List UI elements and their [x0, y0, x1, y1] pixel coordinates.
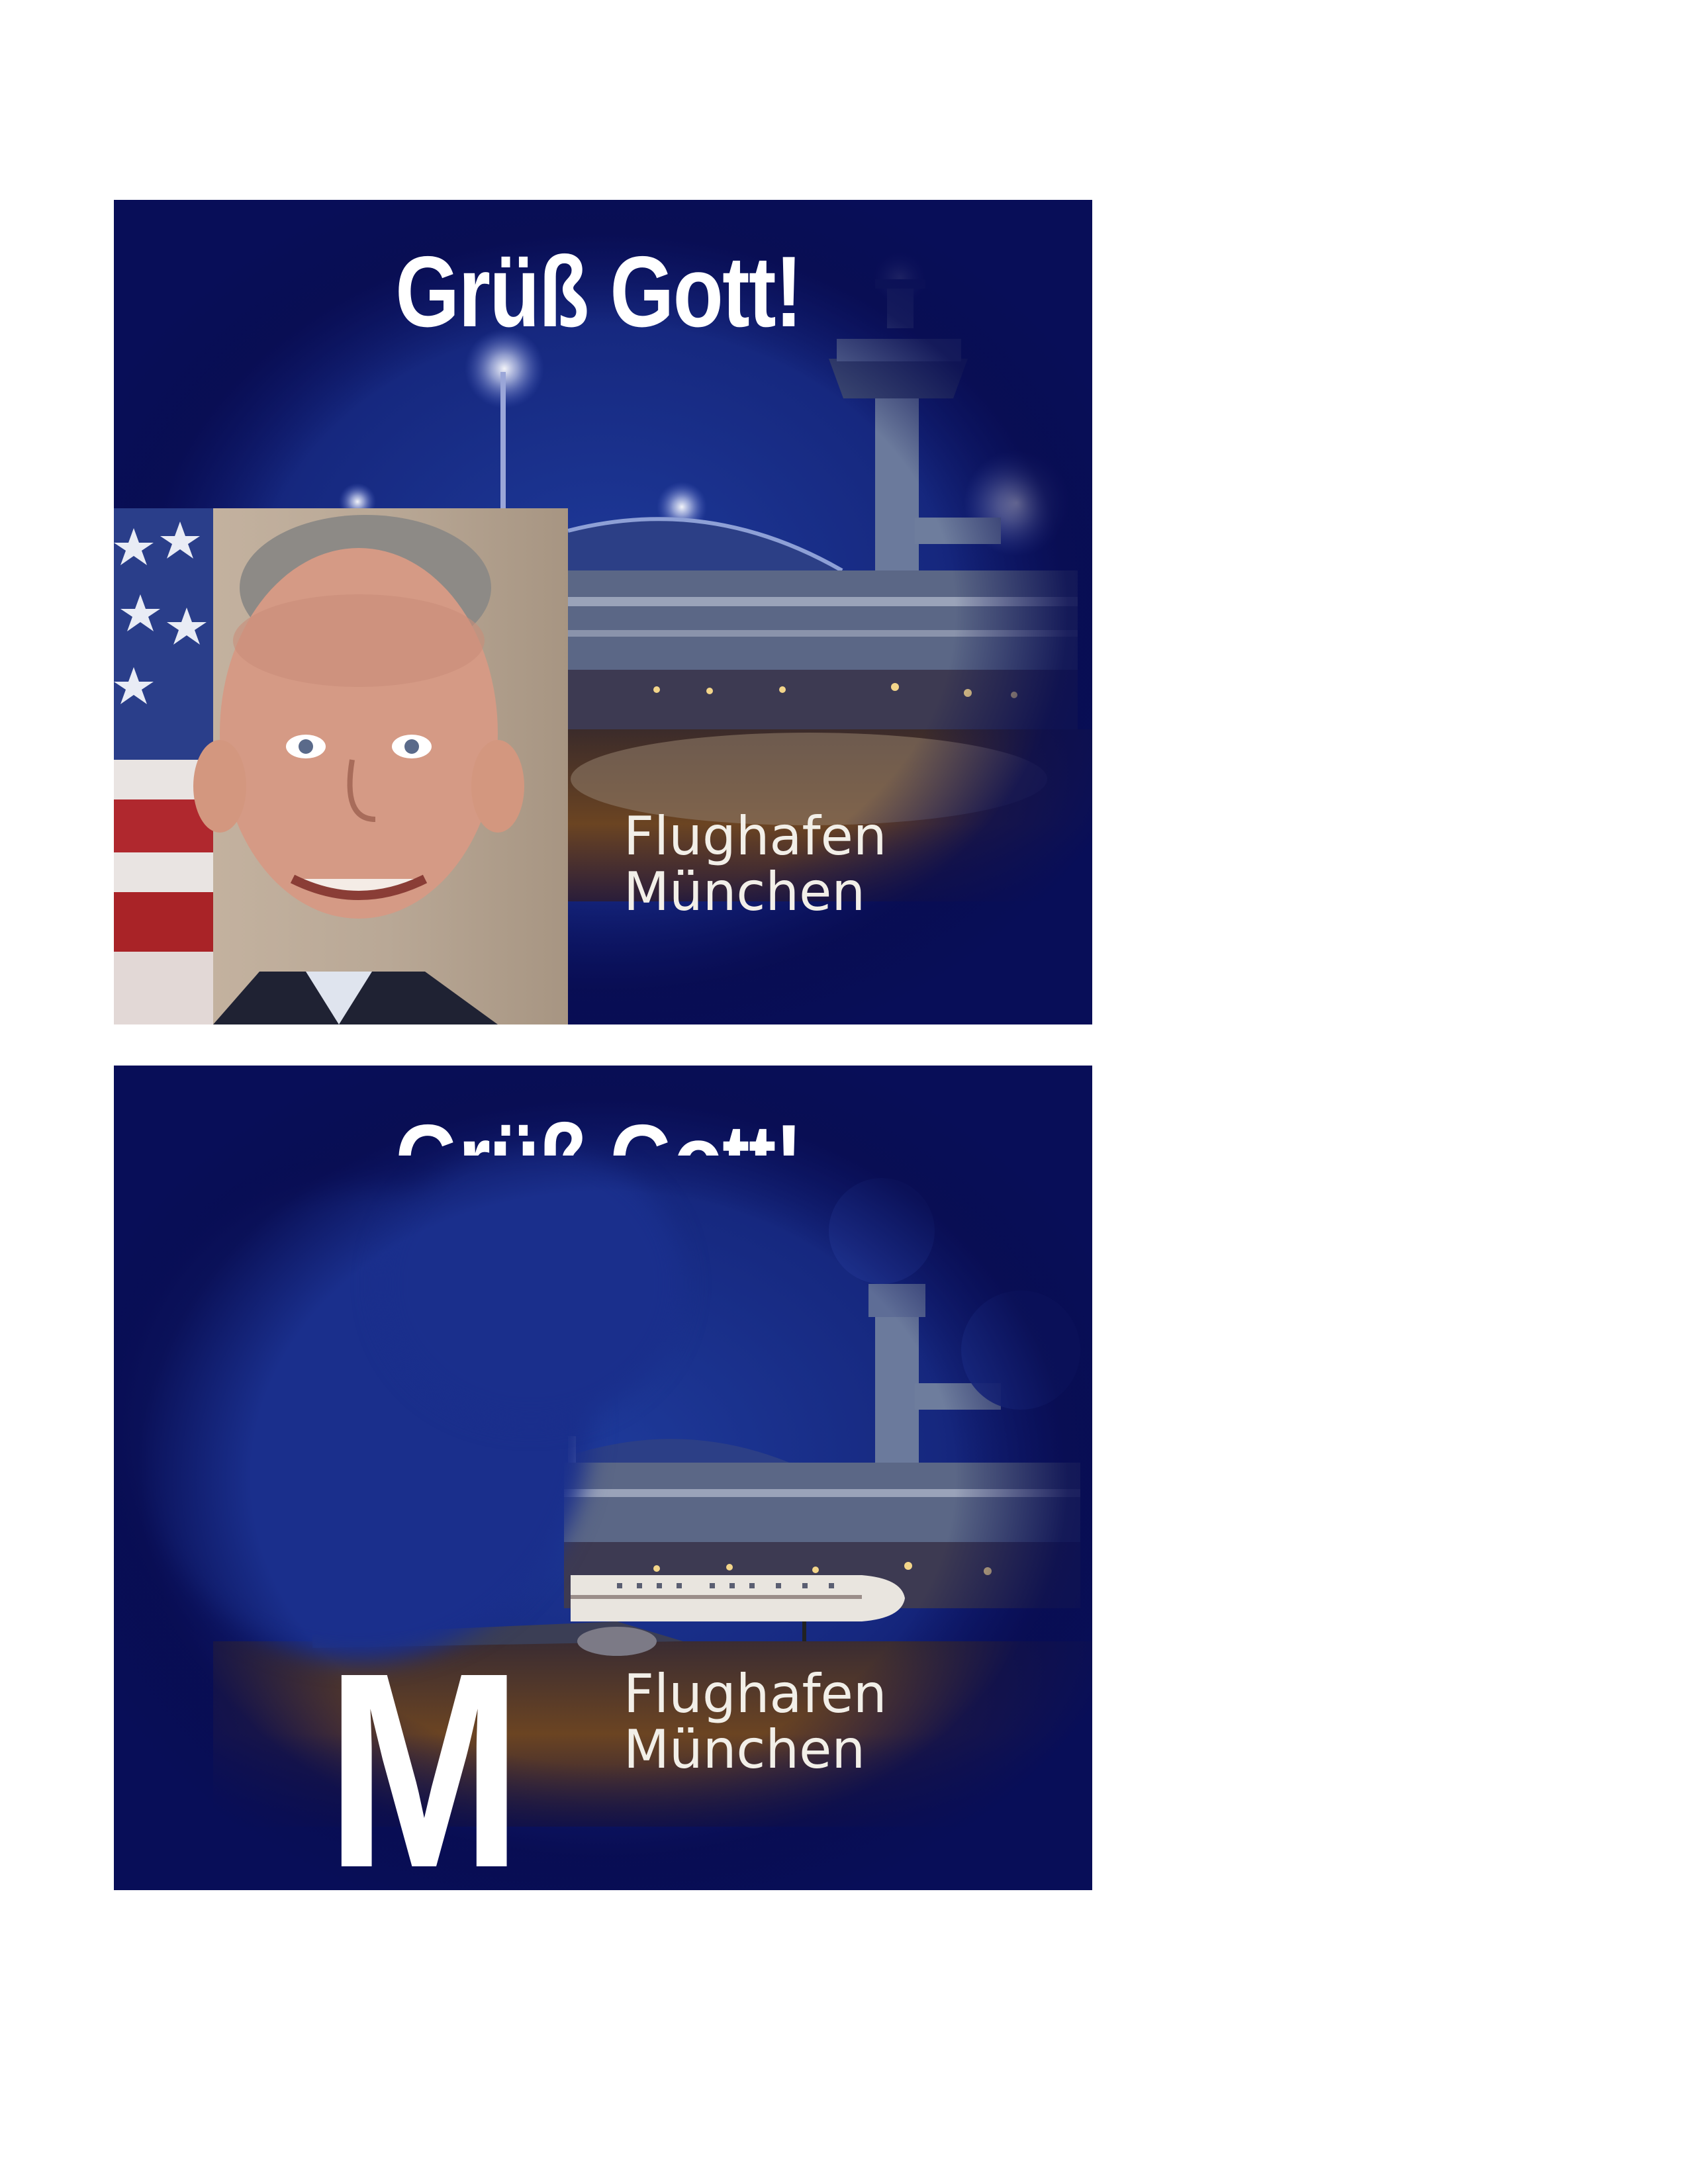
airport-poster-top: Grüß Gott! Flughafen München [114, 200, 1092, 1024]
airport-name-caption: Flughafen München [624, 1666, 887, 1778]
caption-line-flughafen: Flughafen [624, 805, 887, 867]
poster-headline: Grüß Gott! [395, 236, 802, 348]
caption-line-muenchen: München [624, 861, 866, 923]
caption-line-muenchen: München [624, 1719, 866, 1780]
poster-headline: Grüß Gott! [197, 1103, 1000, 1156]
airport-name-caption: Flughafen München [624, 809, 887, 920]
portrait-illustration [114, 508, 524, 1024]
airport-poster-bottom: Grüß Gott! M Flughafen München [114, 1066, 1092, 1890]
caption-line-flughafen: Flughafen [624, 1663, 887, 1725]
airport-logo-letter: M [326, 1615, 523, 1891]
headline-crop: Grüß Gott! [114, 1103, 1092, 1156]
vignette-overlay [114, 1066, 1092, 1890]
portrait-photo [114, 508, 568, 1024]
